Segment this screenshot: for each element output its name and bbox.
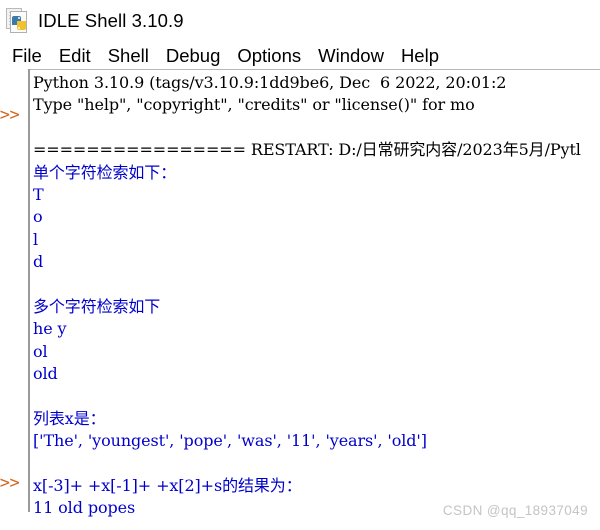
shell-line: 单个字符检索如下： — [33, 162, 177, 182]
shell-line: x[-3]+ +x[-1]+ +x[2]+s的结果为： — [33, 476, 302, 496]
shell-line: o — [33, 207, 43, 227]
shell-line: ol — [33, 341, 48, 361]
python-document-icon — [5, 7, 31, 35]
icon-python-yellow — [17, 21, 26, 30]
menu-item-shell[interactable]: Shell — [100, 45, 158, 67]
shell-line: ['The', 'youngest', 'pope', 'was', '11',… — [33, 431, 427, 451]
menu-item-options[interactable]: Options — [229, 45, 310, 67]
shell-line: 列表x是： — [33, 408, 106, 428]
shell-output-area[interactable]: >>> >>> Python 3.10.9 (tags/v3.10.9:1dd9b… — [0, 69, 600, 530]
shell-line: old — [33, 364, 58, 384]
shell-text-content[interactable]: Python 3.10.9 (tags/v3.10.9:1dd9be6, Dec… — [33, 72, 600, 527]
menu-item-window[interactable]: Window — [310, 45, 393, 67]
prompt-gutter-divider — [28, 69, 30, 512]
menu-item-file[interactable]: File — [4, 45, 51, 67]
shell-line: ================ RESTART: D:/日常研究内容/2023… — [33, 140, 581, 160]
text-widget-top-border — [30, 69, 600, 70]
shell-line: d — [33, 252, 44, 272]
csdn-watermark: CSDN @qq_18937049 — [442, 503, 588, 518]
shell-prompt: >>> — [0, 473, 20, 493]
shell-line: Python 3.10.9 (tags/v3.10.9:1dd9be6, Dec… — [33, 73, 507, 92]
shell-line: 多个字符检索如下 — [33, 296, 161, 316]
menu-item-edit[interactable]: Edit — [51, 45, 100, 67]
shell-line: T — [33, 184, 44, 204]
shell-prompt: >>> — [0, 105, 20, 125]
shell-line: l — [33, 229, 39, 249]
menu-bar: File Edit Shell Debug Options Window Hel… — [0, 42, 600, 69]
shell-line: Type "help", "copyright", "credits" or "… — [33, 95, 475, 115]
menu-item-debug[interactable]: Debug — [158, 45, 230, 67]
menu-item-help[interactable]: Help — [393, 45, 448, 67]
title-bar: IDLE Shell 3.10.9 — [0, 0, 600, 42]
window-title: IDLE Shell 3.10.9 — [38, 10, 184, 31]
shell-line: he y — [33, 319, 67, 339]
